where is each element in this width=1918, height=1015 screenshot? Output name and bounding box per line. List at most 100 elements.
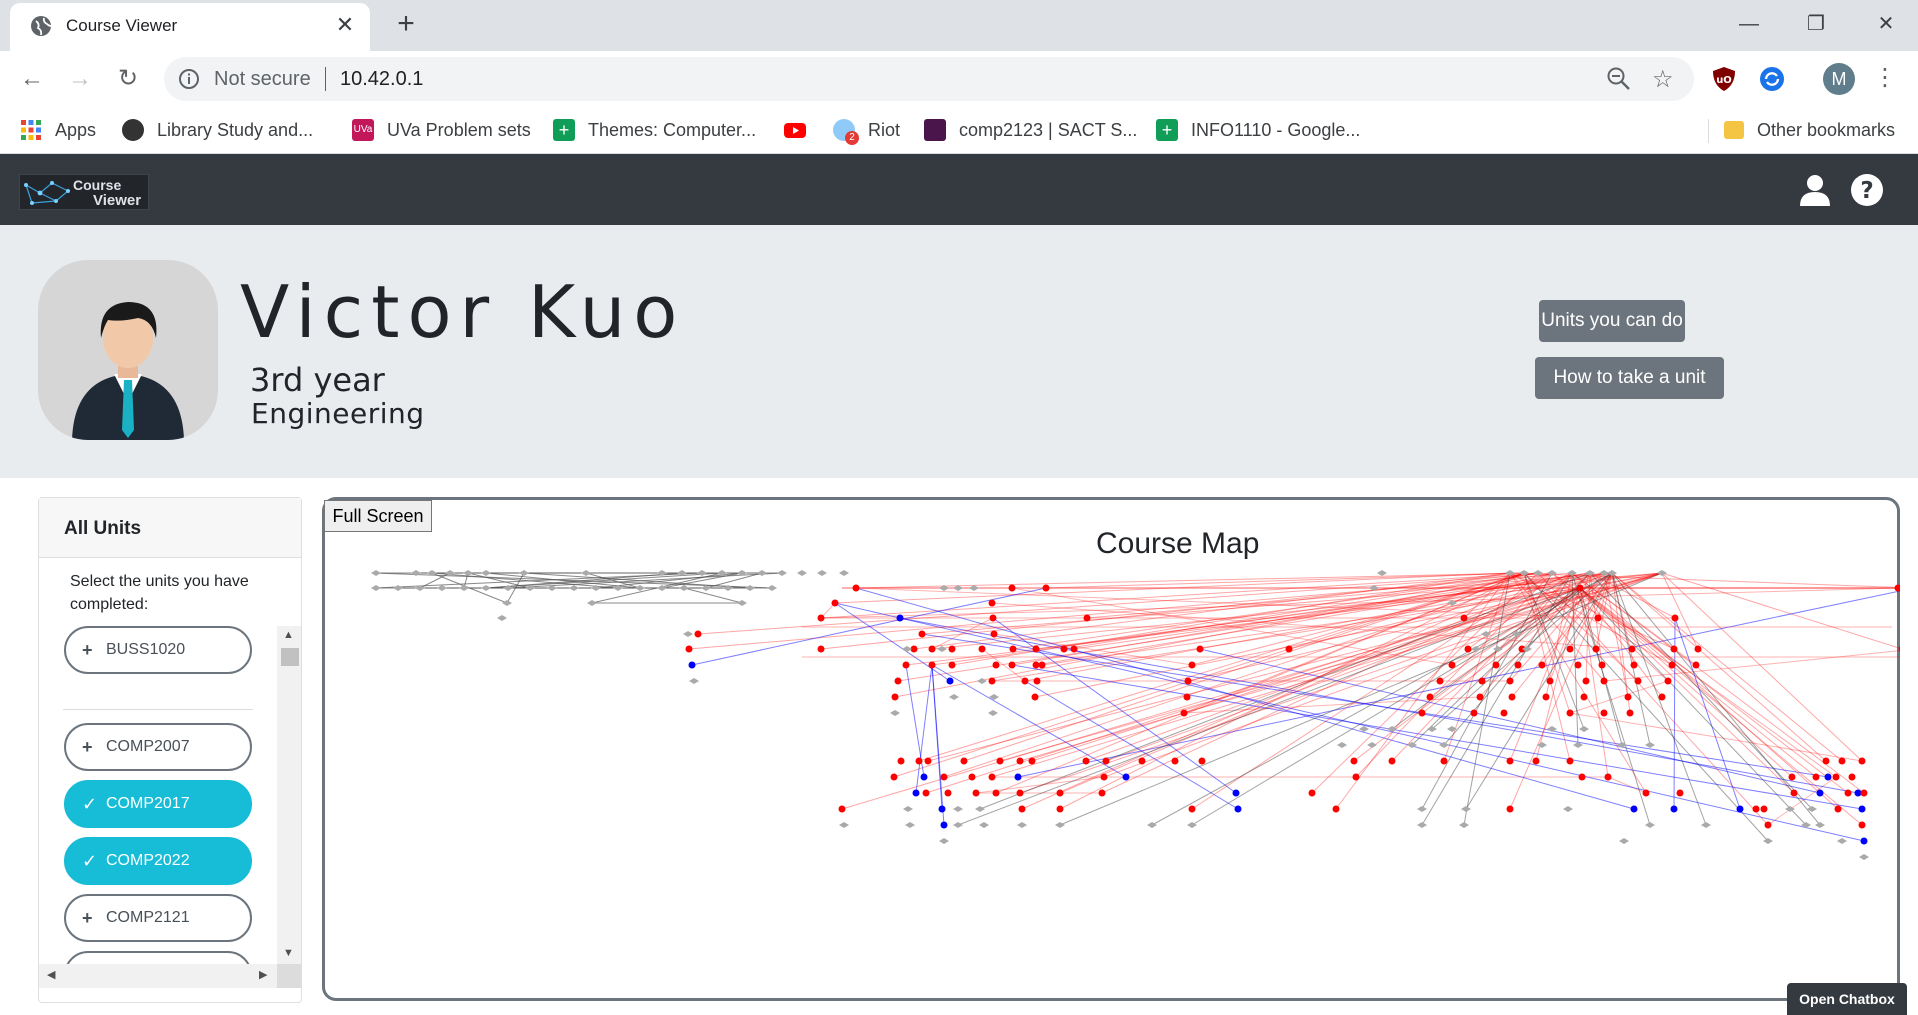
locked-unit-node[interactable]: [1459, 822, 1469, 828]
address-bar[interactable]: Not secure 10.42.0.1 ☆: [164, 57, 1694, 101]
locked-unit-node[interactable]: [1055, 822, 1065, 828]
completed-unit-node[interactable]: [1038, 661, 1046, 669]
completed-unit-node[interactable]: [988, 677, 996, 685]
completed-unit-node[interactable]: [1184, 677, 1192, 685]
how-to-take-a-unit-button[interactable]: How to take a unit: [1535, 357, 1724, 399]
completed-unit-node[interactable]: [940, 773, 948, 781]
completed-unit-node[interactable]: [1694, 645, 1702, 653]
completed-unit-node[interactable]: [694, 630, 702, 638]
completed-unit-node[interactable]: [1138, 757, 1146, 765]
completed-unit-node[interactable]: [1532, 757, 1540, 765]
completed-unit-node[interactable]: [1440, 757, 1448, 765]
completed-unit-node[interactable]: [817, 645, 825, 653]
completed-unit-node[interactable]: [1506, 757, 1514, 765]
completed-unit-node[interactable]: [988, 773, 996, 781]
completed-unit-node[interactable]: [1542, 693, 1550, 701]
completed-unit-node[interactable]: [1576, 584, 1584, 592]
zoom-out-icon[interactable]: [1606, 66, 1632, 92]
completed-unit-node[interactable]: [1508, 693, 1516, 701]
locked-unit-node[interactable]: [581, 570, 591, 576]
completed-unit-node[interactable]: [1514, 661, 1522, 669]
available-unit-node[interactable]: [940, 821, 948, 829]
available-unit-node[interactable]: [938, 805, 946, 813]
user-icon[interactable]: [1800, 174, 1830, 206]
completed-unit-node[interactable]: [1574, 661, 1582, 669]
available-unit-node[interactable]: [1630, 805, 1638, 813]
completed-unit-node[interactable]: [1008, 661, 1016, 669]
horizontal-scrollbar[interactable]: ◀ ▶: [39, 964, 301, 988]
locked-unit-node[interactable]: [371, 585, 381, 591]
completed-unit-node[interactable]: [1642, 789, 1650, 797]
completed-unit-node[interactable]: [1692, 661, 1700, 669]
completed-unit-node[interactable]: [1332, 805, 1340, 813]
course-map-graph[interactable]: [322, 497, 1900, 1001]
sync-extension-icon[interactable]: [1758, 65, 1786, 93]
completed-unit-node[interactable]: [1188, 805, 1196, 813]
available-unit-node[interactable]: [1736, 805, 1744, 813]
locked-unit-node[interactable]: [689, 678, 699, 684]
locked-unit-node[interactable]: [1017, 822, 1027, 828]
completed-unit-node[interactable]: [1470, 709, 1478, 717]
completed-unit-node[interactable]: [1032, 645, 1040, 653]
completed-unit-node[interactable]: [1752, 805, 1760, 813]
available-unit-node[interactable]: [1824, 773, 1832, 781]
locked-unit-node[interactable]: [587, 600, 597, 606]
completed-unit-node[interactable]: [948, 645, 956, 653]
completed-unit-node[interactable]: [1083, 614, 1091, 622]
completed-unit-node[interactable]: [852, 584, 860, 592]
locked-unit-node[interactable]: [481, 570, 491, 576]
locked-unit-node[interactable]: [757, 570, 767, 576]
bookmark-themes[interactable]: + Themes: Computer...: [553, 116, 756, 144]
locked-unit-node[interactable]: [1815, 822, 1825, 828]
available-unit-node[interactable]: [1234, 805, 1242, 813]
completed-unit-node[interactable]: [1016, 789, 1024, 797]
completed-unit-node[interactable]: [924, 757, 932, 765]
locked-unit-node[interactable]: [1563, 806, 1573, 812]
scroll-thumb[interactable]: [281, 648, 299, 666]
window-close-button[interactable]: ✕: [1866, 6, 1906, 42]
completed-unit-node[interactable]: [922, 789, 930, 797]
locked-unit-node[interactable]: [1377, 570, 1387, 576]
completed-unit-node[interactable]: [1070, 645, 1078, 653]
completed-unit-node[interactable]: [1460, 614, 1468, 622]
completed-unit-node[interactable]: [890, 773, 898, 781]
locked-unit-node[interactable]: [745, 585, 755, 591]
completed-unit-node[interactable]: [1671, 614, 1679, 622]
completed-unit-node[interactable]: [1352, 773, 1360, 781]
completed-unit-node[interactable]: [831, 599, 839, 607]
available-unit-node[interactable]: [912, 789, 920, 797]
completed-unit-node[interactable]: [894, 677, 902, 685]
completed-unit-node[interactable]: [1478, 677, 1486, 685]
browser-tab[interactable]: Course Viewer ✕: [10, 3, 370, 51]
completed-unit-node[interactable]: [1021, 677, 1029, 685]
ublock-icon[interactable]: uO: [1710, 65, 1738, 93]
completed-unit-node[interactable]: [915, 757, 923, 765]
completed-unit-node[interactable]: [978, 645, 986, 653]
completed-unit-node[interactable]: [996, 757, 1004, 765]
completed-unit-node[interactable]: [928, 645, 936, 653]
forward-arrow-icon[interactable]: →: [62, 61, 98, 97]
unit-toggle-partial[interactable]: [64, 951, 252, 964]
bookmark-info1110[interactable]: + INFO1110 - Google...: [1156, 116, 1360, 144]
completed-unit-node[interactable]: [1634, 677, 1642, 685]
profile-avatar[interactable]: M: [1823, 63, 1855, 95]
locked-unit-node[interactable]: [977, 678, 987, 684]
completed-unit-node[interactable]: [1056, 789, 1064, 797]
locked-unit-node[interactable]: [481, 585, 491, 591]
completed-unit-node[interactable]: [928, 661, 936, 669]
completed-unit-node[interactable]: [1578, 773, 1586, 781]
completed-unit-node[interactable]: [1183, 693, 1191, 701]
completed-unit-node[interactable]: [990, 630, 998, 638]
completed-unit-node[interactable]: [1350, 757, 1358, 765]
completed-unit-node[interactable]: [1566, 645, 1574, 653]
available-unit-node[interactable]: [1670, 805, 1678, 813]
locked-unit-node[interactable]: [1427, 726, 1437, 732]
completed-unit-node[interactable]: [1664, 677, 1672, 685]
completed-unit-node[interactable]: [838, 805, 846, 813]
completed-unit-node[interactable]: [1832, 773, 1840, 781]
completed-unit-node[interactable]: [988, 599, 996, 607]
completed-unit-node[interactable]: [1285, 645, 1293, 653]
scroll-left-arrow-icon[interactable]: ◀: [47, 968, 55, 981]
restore-button[interactable]: ❐: [1796, 6, 1836, 42]
locked-unit-node[interactable]: [953, 806, 963, 812]
